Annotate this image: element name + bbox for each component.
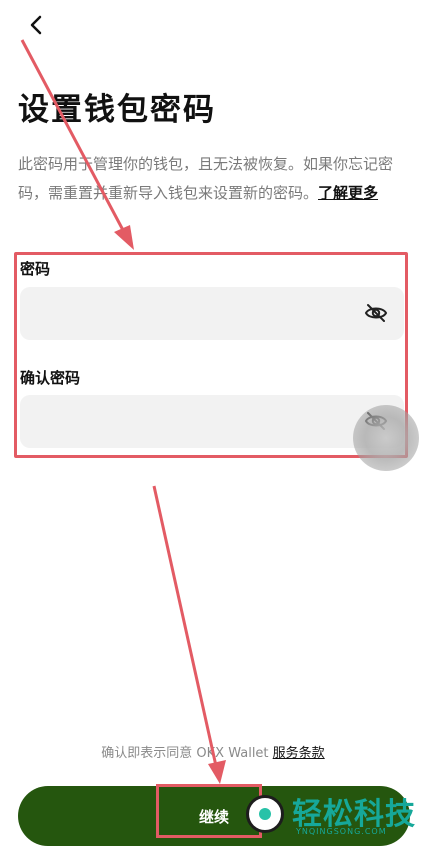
arrow-line-top [20, 39, 126, 233]
arrow-head-top [114, 225, 134, 250]
arrow-head-bottom [208, 760, 226, 784]
arrow-line-bottom [152, 485, 218, 767]
annotation-arrows [20, 39, 226, 784]
